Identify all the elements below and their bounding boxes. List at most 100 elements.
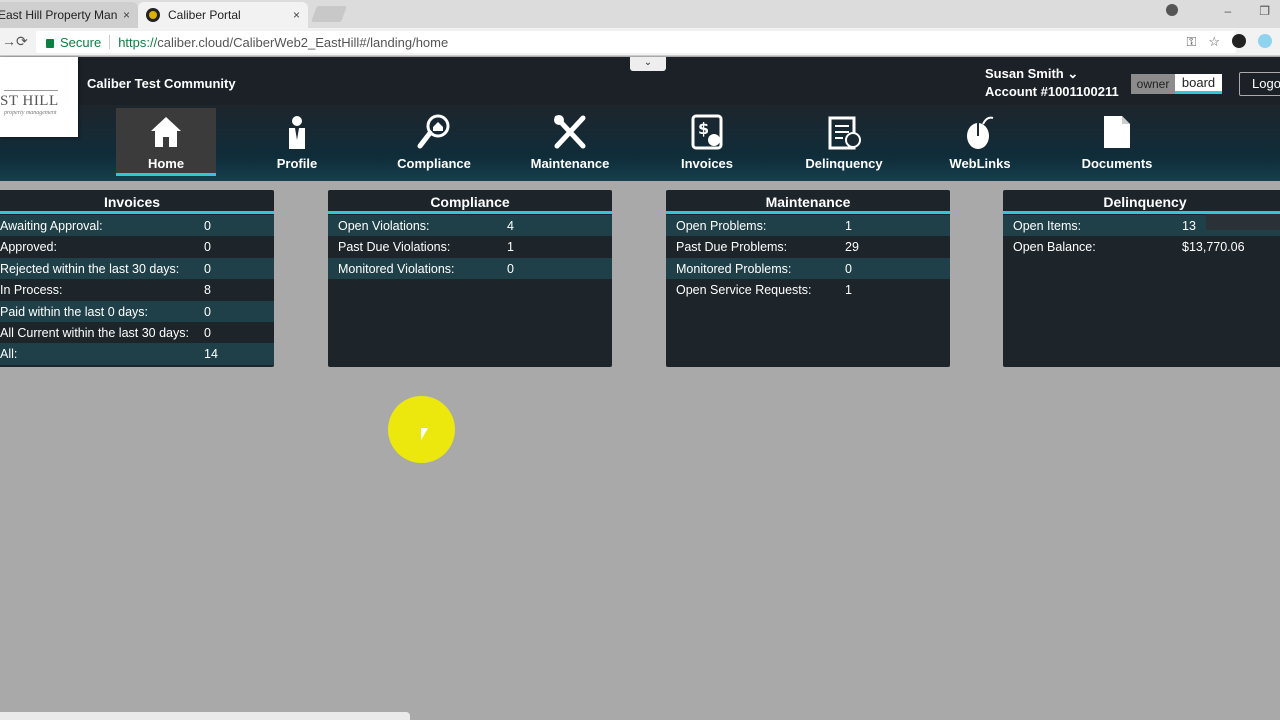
table-row[interactable]: Open Violations: 4 bbox=[328, 215, 612, 237]
nav-label: Profile bbox=[276, 156, 318, 171]
svg-text:$: $ bbox=[698, 119, 709, 138]
window-controls: – ❐ bbox=[1225, 4, 1270, 18]
row-value: 1 bbox=[845, 219, 852, 233]
table-row[interactable]: Open Problems: 1 bbox=[666, 215, 950, 237]
table-row[interactable]: Monitored Problems: 0 bbox=[666, 257, 950, 280]
table-row[interactable]: Past Due Problems: 29 bbox=[666, 236, 950, 257]
table-row[interactable]: Awaiting Approval: 0 bbox=[0, 215, 274, 237]
browser-status-bar bbox=[0, 712, 410, 720]
panel-title[interactable]: Maintenance bbox=[666, 190, 950, 214]
maintenance-rows: Open Problems: 1 Past Due Problems: 29 Mon… bbox=[666, 215, 950, 301]
nav-label: Maintenance bbox=[530, 156, 610, 171]
nav-delinquency[interactable]: Delinquency bbox=[794, 108, 894, 176]
maintenance-icon bbox=[554, 115, 586, 149]
profile-account-icon[interactable] bbox=[1166, 4, 1178, 16]
table-row[interactable]: Rejected within the last 30 days: 0 bbox=[0, 257, 274, 280]
logout-button[interactable]: Logo bbox=[1239, 72, 1280, 96]
row-value: 29 bbox=[845, 240, 859, 255]
row-value: 1 bbox=[507, 240, 514, 255]
browser-tabstrip: East Hill Property Manag... × Caliber Po… bbox=[0, 0, 1280, 28]
weblinks-icon bbox=[967, 116, 994, 149]
row-label: Past Due Violations: bbox=[338, 240, 451, 255]
row-label: Paid within the last 0 days: bbox=[0, 304, 148, 319]
nav-weblinks[interactable]: WebLinks bbox=[930, 108, 1030, 176]
row-label: All: bbox=[0, 347, 18, 362]
browser-toolbar: → ⟳ Secure https:// caliber.cloud/Calibe… bbox=[0, 28, 1280, 56]
table-row[interactable]: In Process: 8 bbox=[0, 279, 274, 300]
chevron-down-icon[interactable]: ⌄ bbox=[630, 57, 666, 71]
maximize-icon[interactable]: ❐ bbox=[1259, 4, 1270, 18]
nav-label: Delinquency bbox=[805, 156, 883, 171]
new-tab-button[interactable] bbox=[311, 6, 347, 22]
table-row[interactable]: All Current within the last 30 days: 0 bbox=[0, 322, 274, 343]
row-label: Monitored Problems: bbox=[676, 261, 792, 276]
extension-icon[interactable] bbox=[1258, 34, 1272, 48]
row-value: $13,770.06 bbox=[1182, 240, 1245, 255]
maintenance-panel: Maintenance Open Problems: 1 Past Due Pro… bbox=[666, 190, 950, 367]
table-row[interactable]: Paid within the last 0 days: 0 bbox=[0, 300, 274, 322]
compliance-rows: Open Violations: 4 Past Due Violations: 1 … bbox=[328, 215, 612, 280]
delinquency-icon bbox=[828, 116, 861, 150]
profile-icon bbox=[289, 116, 305, 149]
row-label: Monitored Violations: bbox=[338, 261, 455, 276]
row-value: 13 bbox=[1182, 219, 1196, 233]
row-value: 0 bbox=[845, 261, 852, 276]
user-menu[interactable]: Susan Smith ⌄ bbox=[985, 66, 1078, 82]
nav-home[interactable]: Home bbox=[116, 108, 216, 176]
minimize-icon[interactable]: – bbox=[1225, 4, 1232, 18]
table-row[interactable]: Past Due Violations: 1 bbox=[328, 236, 612, 257]
east-hill-logo[interactable]: ST HILL property management bbox=[0, 57, 78, 137]
nav-label: WebLinks bbox=[949, 156, 1011, 171]
nav-invoices[interactable]: $ Invoices bbox=[657, 108, 757, 176]
row-label: Awaiting Approval: bbox=[0, 219, 103, 233]
nav-label: Invoices bbox=[680, 156, 734, 171]
row-value: 0 bbox=[204, 261, 211, 276]
close-icon[interactable]: × bbox=[123, 8, 130, 22]
forward-icon[interactable]: → bbox=[2, 33, 16, 49]
invoices-rows: Awaiting Approval: 0 Approved: 0 Rejected … bbox=[0, 215, 274, 365]
row-label: Approved: bbox=[0, 240, 57, 255]
delinquency-action-button[interactable] bbox=[1206, 214, 1280, 230]
community-name: Caliber Test Community bbox=[87, 76, 236, 91]
panel-title[interactable]: Compliance bbox=[328, 190, 612, 214]
reload-icon[interactable]: ⟳ bbox=[16, 33, 28, 50]
row-value: 14 bbox=[204, 347, 218, 362]
row-label: In Process: bbox=[0, 283, 63, 298]
row-label: Open Balance: bbox=[1013, 240, 1096, 255]
logo-subtext: property management bbox=[4, 110, 57, 116]
browser-tab-caliber[interactable]: Caliber Portal × bbox=[138, 2, 308, 28]
row-value: 0 bbox=[204, 240, 211, 255]
extension-icon[interactable] bbox=[1232, 34, 1246, 48]
table-row[interactable]: Open Balance: $13,770.06 bbox=[1003, 236, 1280, 257]
home-icon bbox=[151, 117, 181, 147]
nav-label: Documents bbox=[1081, 156, 1153, 171]
browser-tab-easthill[interactable]: East Hill Property Manag... × bbox=[0, 2, 138, 28]
row-value: 4 bbox=[507, 219, 514, 233]
panel-title[interactable]: Invoices bbox=[0, 190, 274, 214]
role-owner-toggle[interactable]: owner bbox=[1131, 74, 1175, 94]
nav-documents[interactable]: Documents bbox=[1067, 108, 1167, 176]
nav-label: Home bbox=[147, 156, 185, 171]
role-board-toggle[interactable]: board bbox=[1175, 74, 1222, 94]
documents-icon bbox=[1104, 116, 1130, 148]
table-row[interactable]: All: 14 bbox=[0, 343, 274, 365]
nav-maintenance[interactable]: Maintenance bbox=[520, 108, 620, 176]
close-icon[interactable]: × bbox=[293, 8, 300, 22]
table-row[interactable]: Approved: 0 bbox=[0, 236, 274, 257]
key-icon[interactable]: ⚿ bbox=[1186, 34, 1196, 50]
url-protocol: https:// bbox=[118, 34, 158, 50]
table-row[interactable]: Monitored Violations: 0 bbox=[328, 257, 612, 280]
logo-skyline bbox=[4, 79, 58, 91]
invoices-panel: Invoices Awaiting Approval: 0 Approved: 0 … bbox=[0, 190, 274, 367]
panel-title[interactable]: Delinquency bbox=[1003, 190, 1280, 214]
address-bar[interactable]: Secure https:// caliber.cloud/CaliberWeb… bbox=[36, 31, 1236, 53]
star-icon[interactable]: ☆ bbox=[1208, 34, 1220, 50]
row-value: 8 bbox=[204, 283, 211, 298]
row-label: Past Due Problems: bbox=[676, 240, 788, 255]
row-label: All Current within the last 30 days: bbox=[0, 325, 189, 340]
nav-profile[interactable]: Profile bbox=[247, 108, 347, 176]
tab-title: East Hill Property Manag... bbox=[0, 8, 117, 22]
logo-text: ST HILL bbox=[0, 93, 59, 109]
nav-compliance[interactable]: Compliance bbox=[384, 108, 484, 176]
table-row[interactable]: Open Service Requests: 1 bbox=[666, 279, 950, 300]
